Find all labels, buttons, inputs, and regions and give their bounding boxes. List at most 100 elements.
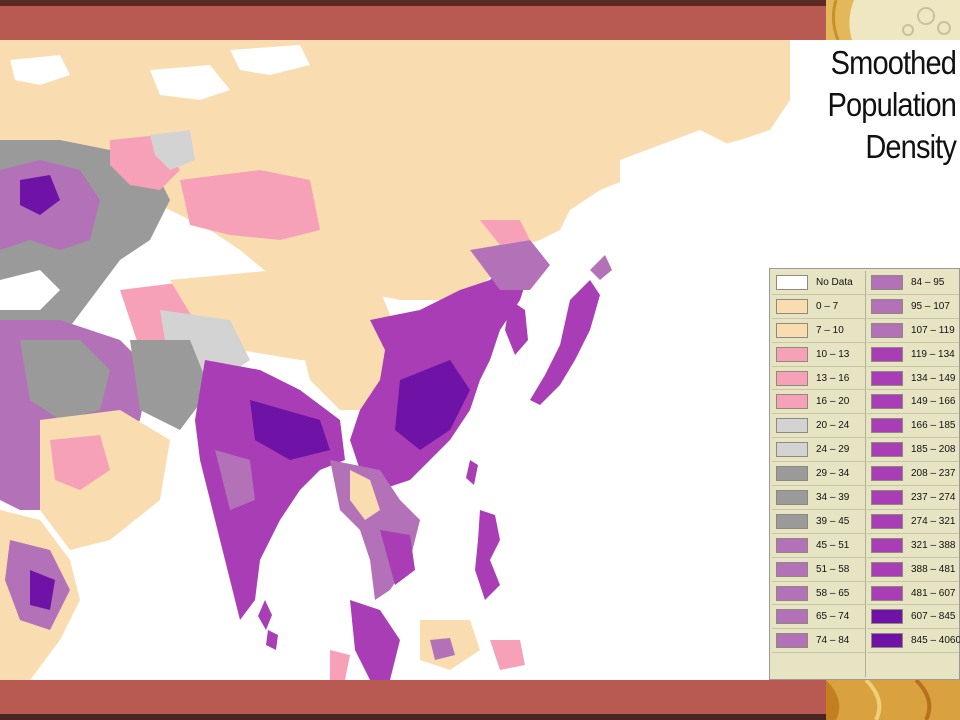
legend-column-left: No Data 0 – 7 7 – 10 10 – 13 13 – 16 16 – 20 2…: [772, 271, 865, 654]
legend-label: 20 – 24: [816, 420, 850, 432]
legend-swatch: [871, 633, 903, 649]
legend-swatch: [776, 274, 808, 290]
legend-label: 321 – 388: [911, 539, 956, 551]
legend-swatch: [776, 346, 808, 362]
legend-entry: 65 – 74: [772, 605, 865, 630]
legend-label: 95 – 107: [911, 300, 950, 312]
legend-swatch: [871, 322, 903, 338]
legend-entry: 166 – 185: [867, 414, 959, 439]
legend-swatch: [871, 513, 903, 529]
legend-entry: 481 – 607: [867, 582, 959, 606]
legend-entry: 321 – 388: [867, 534, 959, 558]
legend-label: 58 – 65: [816, 587, 850, 599]
legend-swatch: [871, 442, 903, 458]
legend-entry: 51 – 58: [772, 558, 865, 582]
legend-entry: 24 – 29: [772, 438, 865, 463]
legend-swatch: [871, 609, 903, 625]
legend-swatch: [776, 466, 808, 482]
bottom-frame-bar: [0, 680, 960, 720]
legend-label: 84 – 95: [911, 276, 945, 288]
legend-entry: 107 – 119: [867, 319, 959, 343]
legend-swatch: [871, 537, 903, 553]
legend-label: 74 – 84: [816, 635, 850, 647]
legend-label: 45 – 51: [816, 539, 850, 551]
legend-entry: 58 – 65: [772, 582, 865, 606]
legend-entry: 0 – 7: [772, 295, 865, 319]
bottom-frame-shadow: [0, 714, 960, 720]
legend-label: 607 – 845: [911, 611, 956, 623]
legend-swatch: [776, 561, 808, 577]
legend-swatch: [776, 513, 808, 529]
legend-entry: 10 – 13: [772, 343, 865, 367]
bottom-right-ornament: [826, 680, 960, 720]
legend-label: 166 – 185: [911, 420, 956, 432]
legend-column-right: 84 – 95 95 – 107 107 – 119 119 – 134 134 – 1…: [867, 271, 960, 654]
legend-entry: 237 – 274: [867, 486, 959, 510]
legend-swatch: [871, 466, 903, 482]
map-legend: No Data 0 – 7 7 – 10 10 – 13 13 – 16 16 – 20 2…: [769, 268, 960, 680]
legend-swatch: [871, 418, 903, 434]
legend-label: No Data: [816, 276, 853, 288]
legend-label: 16 – 20: [816, 396, 850, 408]
legend-label: 51 – 58: [816, 563, 850, 575]
title-line-2: Population: [827, 86, 957, 123]
legend-label: 481 – 607: [911, 587, 956, 599]
legend-swatch: [776, 394, 808, 410]
legend-entry: 13 – 16: [772, 367, 865, 391]
legend-label: 107 – 119: [911, 324, 955, 336]
legend-label: 0 – 7: [816, 300, 839, 312]
legend-label: 7 – 10: [816, 324, 844, 336]
legend-label: 149 – 166: [911, 396, 956, 408]
legend-entry: 185 – 208: [867, 438, 959, 463]
legend-entry: 74 – 84: [772, 629, 865, 654]
legend-entry: 84 – 95: [867, 271, 959, 295]
legend-label: 185 – 208: [911, 444, 956, 456]
title-line-3: Density: [865, 128, 957, 165]
legend-swatch: [776, 418, 808, 434]
legend-entry: 119 – 134: [867, 343, 959, 367]
legend-swatch: [776, 609, 808, 625]
legend-label: 65 – 74: [816, 611, 850, 623]
legend-entry: No Data: [772, 271, 865, 295]
legend-entry: 388 – 481: [867, 558, 959, 582]
top-frame-shadow: [0, 0, 960, 6]
legend-label: 24 – 29: [816, 444, 850, 456]
legend-label: 845 – 40604: [911, 635, 960, 647]
legend-entry: 274 – 321: [867, 510, 959, 534]
legend-label: 39 – 45: [816, 515, 850, 527]
legend-entry: 20 – 24: [772, 414, 865, 439]
legend-column-divider: [865, 271, 866, 677]
legend-entry: 134 – 149: [867, 367, 959, 391]
top-right-floral-ornament: [826, 0, 960, 40]
top-frame-bar: [0, 0, 960, 40]
legend-swatch: [776, 322, 808, 338]
legend-swatch: [871, 489, 903, 505]
legend-label: 388 – 481: [911, 563, 956, 575]
legend-swatch: [871, 394, 903, 410]
legend-entry: 16 – 20: [772, 390, 865, 415]
legend-entry: 29 – 34: [772, 462, 865, 487]
legend-label: 208 – 237: [911, 468, 956, 480]
title-line-1: Smoothed: [830, 44, 957, 81]
legend-swatch: [871, 346, 903, 362]
legend-swatch: [871, 298, 903, 314]
legend-label: 134 – 149: [911, 372, 956, 384]
legend-entry: 149 – 166: [867, 390, 959, 415]
legend-swatch: [776, 298, 808, 314]
legend-label: 119 – 134: [911, 348, 955, 360]
legend-entry: 34 – 39: [772, 486, 865, 510]
legend-swatch: [776, 585, 808, 601]
legend-swatch: [776, 370, 808, 386]
legend-swatch: [871, 274, 903, 290]
legend-entry: 45 – 51: [772, 534, 865, 558]
legend-label: 13 – 16: [816, 372, 850, 384]
legend-swatch: [871, 585, 903, 601]
legend-label: 29 – 34: [816, 468, 850, 480]
legend-swatch: [776, 489, 808, 505]
population-density-map: [0, 40, 790, 680]
legend-label: 237 – 274: [911, 491, 956, 503]
legend-entry: 39 – 45: [772, 510, 865, 534]
map-title: Smoothed Population Density: [815, 42, 957, 168]
legend-label: 10 – 13: [816, 348, 850, 360]
legend-swatch: [776, 633, 808, 649]
